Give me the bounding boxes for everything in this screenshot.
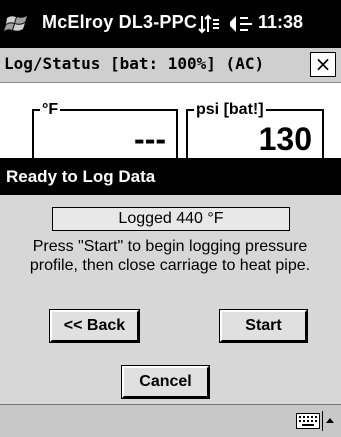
status-bar: McElroy DL3-PPC 11:38 xyxy=(0,0,341,48)
dialog-title: Ready to Log Data xyxy=(6,167,156,186)
soft-input-bar xyxy=(0,404,341,437)
input-menu-arrow-icon[interactable] xyxy=(322,411,337,431)
window-title: Log/Status [bat: 100%] (AC) xyxy=(4,54,265,73)
start-button[interactable]: Start xyxy=(219,309,308,343)
windows-flag-icon[interactable] xyxy=(4,12,30,36)
ready-to-log-dialog: Ready to Log Data Logged 440 °F Press "S… xyxy=(0,158,341,404)
temperature-label: °F xyxy=(40,100,61,120)
app-title: McElroy DL3-PPC xyxy=(42,12,198,32)
speaker-icon[interactable] xyxy=(228,12,256,36)
clock[interactable]: 11:38 xyxy=(258,12,303,33)
pressure-label: psi [bat!] xyxy=(194,100,266,120)
close-button[interactable]: × xyxy=(310,52,336,77)
back-button[interactable]: << Back xyxy=(49,309,140,343)
keyboard-icon[interactable] xyxy=(296,413,320,429)
logged-status-box: Logged 440 °F xyxy=(52,207,290,231)
dialog-header: Ready to Log Data xyxy=(0,159,341,195)
cancel-button[interactable]: Cancel xyxy=(121,365,210,399)
connectivity-icon[interactable] xyxy=(198,14,220,34)
temperature-value: --- xyxy=(134,121,166,157)
window-title-bar: Log/Status [bat: 100%] (AC) xyxy=(0,48,341,83)
pressure-value: 130 xyxy=(258,121,312,157)
dialog-instructions: Press "Start" to begin logging pressure … xyxy=(29,238,311,274)
